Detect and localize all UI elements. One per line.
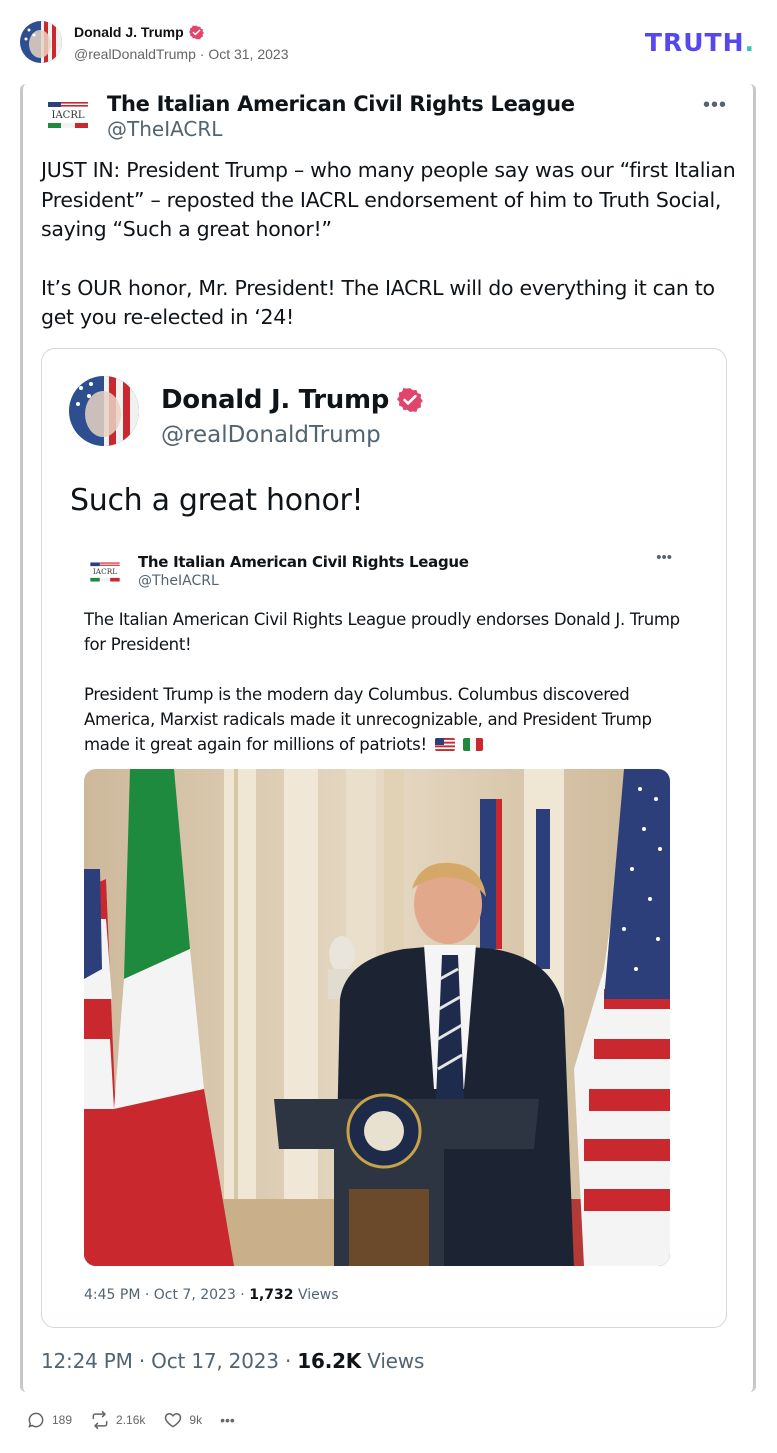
inner-paragraph-2: President Trump is the modern day Columb… <box>84 682 684 757</box>
retruth-count: 2.16k <box>116 1413 146 1427</box>
truth-logo[interactable]: TRUTH. <box>645 28 755 57</box>
quoted-post: Donald J. Trump @realDonaldTrump Such a … <box>41 348 727 1328</box>
tweet-views-count: 16.2K <box>297 1349 362 1373</box>
post-meta: @realDonaldTrump · Oct 31, 2023 <box>74 46 288 62</box>
us-flag-icon <box>434 738 455 751</box>
inner-timestamp: 4:45 PM · Oct 7, 2023 · <box>84 1287 250 1303</box>
post-header: Donald J. Trump @realDonaldTrump · Oct 3… <box>0 0 777 84</box>
inner-author-handle: @TheIACRL <box>138 573 219 589</box>
reply-count: 189 <box>52 1413 73 1427</box>
italy-flag-icon <box>462 738 483 751</box>
inner-views-label: Views <box>293 1287 339 1303</box>
retruth-icon <box>92 1410 108 1430</box>
tweet-views-label: Views <box>361 1349 425 1373</box>
verified-badge-icon <box>397 388 423 412</box>
heart-icon <box>165 1413 182 1428</box>
quoted-author-name: Donald J. Trump <box>161 385 423 415</box>
like-button[interactable]: 9k <box>163 1410 202 1430</box>
inner-body: The Italian American Civil Rights League… <box>84 607 684 757</box>
tweet-more-icon: ••• <box>702 94 727 116</box>
retruth-button[interactable]: 2.16k <box>90 1410 145 1430</box>
inner-paragraph-text: President Trump is the modern day Columb… <box>84 685 652 754</box>
inner-tweet: IACRL The Italian American Civil Rights … <box>78 535 690 1305</box>
quoted-author-handle: @realDonaldTrump <box>161 422 381 448</box>
avatar[interactable] <box>20 21 62 63</box>
iacrl-logo: IACRL <box>88 561 122 583</box>
author-name-text[interactable]: Donald J. Trump <box>74 24 184 40</box>
tweet-timestamp: 12:24 PM · Oct 17, 2023 · <box>41 1349 298 1373</box>
tweet-body: JUST IN: President Trump – who many peop… <box>41 156 741 362</box>
verified-badge-icon <box>188 25 204 39</box>
inner-footer: 4:45 PM · Oct 7, 2023 · 1,732 Views <box>84 1287 338 1303</box>
tweet-author-handle: @TheIACRL <box>107 117 223 141</box>
truth-logo-text: TRUTH <box>644 28 745 57</box>
inner-more-icon: ••• <box>656 549 672 566</box>
tweet-paragraph: JUST IN: President Trump – who many peop… <box>41 158 736 241</box>
iacrl-logo-text: IACRL <box>52 110 85 121</box>
tweet-author-name: The Italian American Civil Rights League <box>107 92 575 116</box>
quoted-author-name-text: Donald J. Trump <box>161 385 390 415</box>
reply-icon <box>28 1412 44 1428</box>
inner-author-name: The Italian American Civil Rights League <box>138 553 469 571</box>
reply-button[interactable]: 189 <box>26 1410 72 1430</box>
tweet-paragraph: It’s OUR honor, Mr. President! The IACRL… <box>41 275 715 330</box>
event-photo <box>84 769 670 1266</box>
author-handle[interactable]: @realDonaldTrump <box>74 46 196 62</box>
quoted-post-text: Such a great honor! <box>70 483 364 518</box>
inner-views-count: 1,732 <box>249 1287 294 1303</box>
author-name[interactable]: Donald J. Trump <box>74 24 204 40</box>
tweet-screenshot[interactable]: IACRL The Italian American Civil Rights … <box>20 84 756 1392</box>
tweet-footer: 12:24 PM · Oct 17, 2023 · 16.2K Views <box>41 1349 424 1373</box>
more-options-icon: ••• <box>220 1412 235 1428</box>
iacrl-logo: IACRL <box>45 100 91 130</box>
like-count: 9k <box>189 1413 203 1427</box>
inner-paragraph: The Italian American Civil Rights League… <box>84 610 680 654</box>
truth-logo-dot: . <box>744 28 755 57</box>
quoted-avatar <box>69 376 139 446</box>
more-options-button[interactable]: ••• <box>220 1412 235 1428</box>
action-bar: 189 2.16k 9k ••• <box>26 1410 235 1430</box>
iacrl-logo-text: IACRL <box>93 567 117 576</box>
post-date[interactable]: Oct 31, 2023 <box>208 46 288 62</box>
